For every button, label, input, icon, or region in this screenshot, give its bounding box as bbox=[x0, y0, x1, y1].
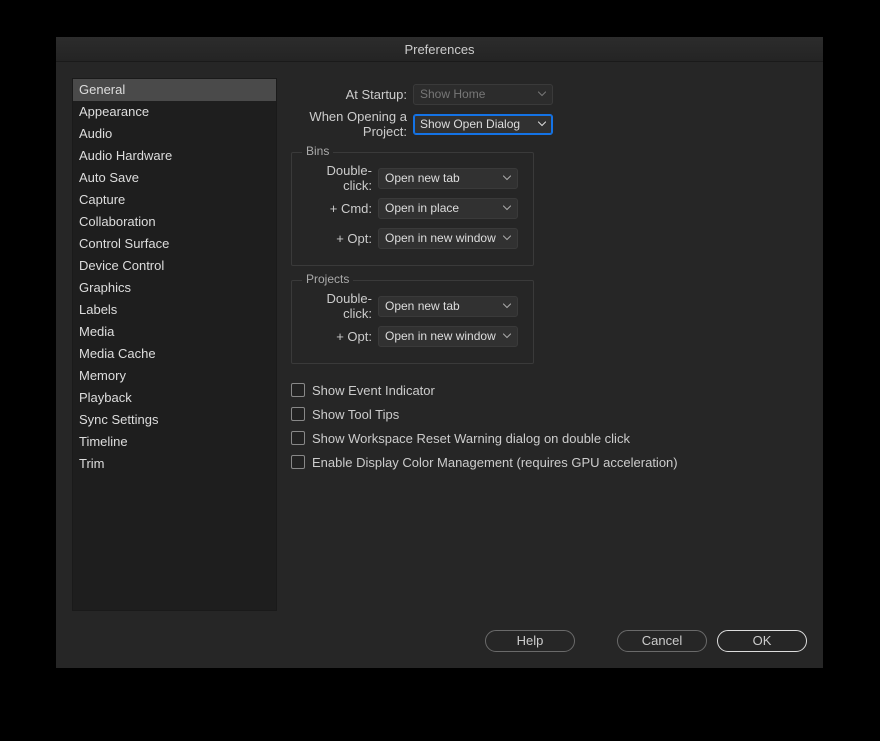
row-show-tool-tips: Show Tool Tips bbox=[291, 402, 807, 426]
chevron-down-icon bbox=[503, 334, 511, 339]
dropdown-bins-opt[interactable]: Open in new window bbox=[378, 228, 518, 249]
dropdown-when-opening[interactable]: Show Open Dialog bbox=[413, 114, 553, 135]
label-ws-reset: Show Workspace Reset Warning dialog on d… bbox=[312, 431, 630, 446]
sidebar-item-appearance[interactable]: Appearance bbox=[73, 101, 276, 123]
chevron-down-icon bbox=[538, 122, 546, 127]
sidebar-item-media[interactable]: Media bbox=[73, 321, 276, 343]
chevron-down-icon bbox=[538, 92, 546, 97]
dropdown-value: Open new tab bbox=[385, 299, 460, 313]
row-bins-double-click: Double-click: Open new tab bbox=[304, 163, 521, 193]
row-at-startup: At Startup: Show Home bbox=[291, 80, 807, 108]
chevron-down-icon bbox=[503, 304, 511, 309]
sidebar-item-memory[interactable]: Memory bbox=[73, 365, 276, 387]
legend-projects: Projects bbox=[302, 272, 353, 286]
chevron-down-icon bbox=[503, 236, 511, 241]
row-projects-opt: + Opt: Open in new window bbox=[304, 321, 521, 351]
dropdown-value: Open in new window bbox=[385, 329, 496, 343]
sidebar-item-auto-save[interactable]: Auto Save bbox=[73, 167, 276, 189]
chevron-down-icon bbox=[503, 176, 511, 181]
sidebar-item-sync-settings[interactable]: Sync Settings bbox=[73, 409, 276, 431]
label-bins-opt: + Opt: bbox=[304, 231, 378, 246]
label-show-tool-tips: Show Tool Tips bbox=[312, 407, 399, 422]
sidebar-item-device-control[interactable]: Device Control bbox=[73, 255, 276, 277]
row-show-event-indicator: Show Event Indicator bbox=[291, 378, 807, 402]
dropdown-value: Open new tab bbox=[385, 171, 460, 185]
dropdown-projects-opt[interactable]: Open in new window bbox=[378, 326, 518, 347]
sidebar-item-graphics[interactable]: Graphics bbox=[73, 277, 276, 299]
label-show-event-indicator: Show Event Indicator bbox=[312, 383, 435, 398]
label-at-startup: At Startup: bbox=[291, 87, 413, 102]
checkbox-show-tool-tips[interactable] bbox=[291, 407, 305, 421]
sidebar-item-collaboration[interactable]: Collaboration bbox=[73, 211, 276, 233]
sidebar-item-media-cache[interactable]: Media Cache bbox=[73, 343, 276, 365]
sidebar-item-trim[interactable]: Trim bbox=[73, 453, 276, 475]
dropdown-value: Show Open Dialog bbox=[420, 117, 520, 131]
fieldset-projects: Projects Double-click: Open new tab + Op… bbox=[291, 280, 534, 364]
checkbox-group: Show Event Indicator Show Tool Tips Show… bbox=[291, 378, 807, 474]
sidebar-item-timeline[interactable]: Timeline bbox=[73, 431, 276, 453]
chevron-down-icon bbox=[503, 206, 511, 211]
preferences-dialog: Preferences General Appearance Audio Aud… bbox=[56, 37, 823, 668]
label-bins-double-click: Double-click: bbox=[304, 163, 378, 193]
ok-button[interactable]: OK bbox=[717, 630, 807, 652]
help-button[interactable]: Help bbox=[485, 630, 575, 652]
sidebar-item-general[interactable]: General bbox=[73, 79, 276, 101]
label-projects-opt: + Opt: bbox=[304, 329, 378, 344]
dropdown-value: Open in new window bbox=[385, 231, 496, 245]
label-color-mgmt: Enable Display Color Management (require… bbox=[312, 455, 678, 470]
sidebar-item-control-surface[interactable]: Control Surface bbox=[73, 233, 276, 255]
checkbox-color-mgmt[interactable] bbox=[291, 455, 305, 469]
cancel-button[interactable]: Cancel bbox=[617, 630, 707, 652]
row-bins-opt: + Opt: Open in new window bbox=[304, 223, 521, 253]
sidebar-item-audio-hardware[interactable]: Audio Hardware bbox=[73, 145, 276, 167]
row-when-opening: When Opening a Project: Show Open Dialog bbox=[291, 110, 807, 138]
checkbox-show-event-indicator[interactable] bbox=[291, 383, 305, 397]
dropdown-at-startup[interactable]: Show Home bbox=[413, 84, 553, 105]
dropdown-value: Open in place bbox=[385, 201, 459, 215]
dialog-body: General Appearance Audio Audio Hardware … bbox=[56, 62, 823, 627]
row-color-mgmt: Enable Display Color Management (require… bbox=[291, 450, 807, 474]
row-bins-cmd: + Cmd: Open in place bbox=[304, 193, 521, 223]
checkbox-ws-reset[interactable] bbox=[291, 431, 305, 445]
fieldset-bins: Bins Double-click: Open new tab + Cmd: O… bbox=[291, 152, 534, 266]
dialog-title: Preferences bbox=[56, 37, 823, 62]
label-when-opening: When Opening a Project: bbox=[291, 109, 413, 139]
dropdown-bins-double-click[interactable]: Open new tab bbox=[378, 168, 518, 189]
row-ws-reset: Show Workspace Reset Warning dialog on d… bbox=[291, 426, 807, 450]
dropdown-projects-double-click[interactable]: Open new tab bbox=[378, 296, 518, 317]
dropdown-bins-cmd[interactable]: Open in place bbox=[378, 198, 518, 219]
sidebar-item-playback[interactable]: Playback bbox=[73, 387, 276, 409]
label-projects-double-click: Double-click: bbox=[304, 291, 378, 321]
dropdown-value: Show Home bbox=[420, 87, 485, 101]
dialog-footer: Help Cancel OK bbox=[485, 630, 807, 652]
sidebar-item-labels[interactable]: Labels bbox=[73, 299, 276, 321]
settings-panel: At Startup: Show Home When Opening a Pro… bbox=[291, 78, 807, 611]
sidebar-item-capture[interactable]: Capture bbox=[73, 189, 276, 211]
row-projects-double-click: Double-click: Open new tab bbox=[304, 291, 521, 321]
sidebar-item-audio[interactable]: Audio bbox=[73, 123, 276, 145]
legend-bins: Bins bbox=[302, 144, 333, 158]
label-bins-cmd: + Cmd: bbox=[304, 201, 378, 216]
category-sidebar: General Appearance Audio Audio Hardware … bbox=[72, 78, 277, 611]
